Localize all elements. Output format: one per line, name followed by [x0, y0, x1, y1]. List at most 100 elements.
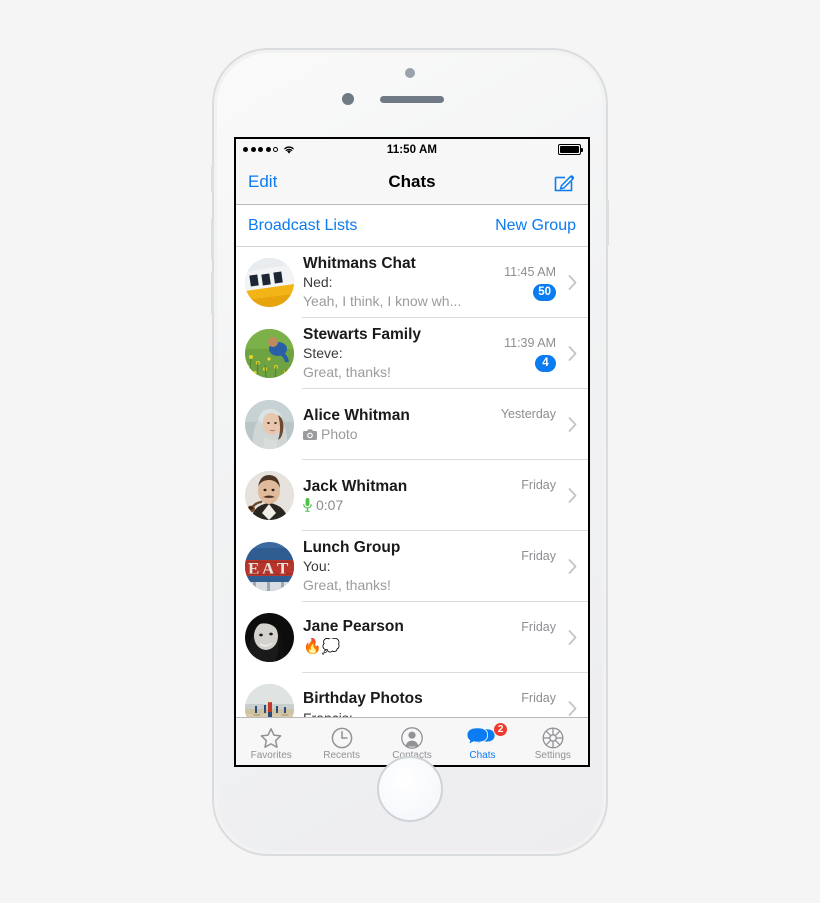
chat-name: Birthday Photos: [303, 689, 423, 707]
chat-name: Stewarts Family: [303, 325, 422, 343]
chat-name: Alice Whitman: [303, 406, 410, 424]
chevron-right-icon: [564, 701, 588, 716]
chat-item-meta: Yesterday: [486, 389, 564, 460]
tab-label: Recents: [323, 749, 360, 761]
chat-list: Whitmans Chat Ned: Yeah, I think, I know…: [236, 247, 588, 717]
chat-item-meta: Friday: [486, 531, 564, 602]
chat-list-item[interactable]: Alice Whitman Photo Yesterday: [236, 389, 588, 460]
chat-sender: You:: [303, 558, 331, 575]
woman-bw-portrait-avatar: [245, 613, 294, 662]
chat-name: Whitmans Chat: [303, 254, 416, 272]
chat-timestamp: Friday: [521, 548, 556, 563]
new-group-button[interactable]: New Group: [495, 217, 576, 235]
navigation-bar: Edit Chats: [236, 160, 588, 205]
compose-button[interactable]: [552, 170, 576, 194]
compose-icon: [554, 175, 575, 192]
chat-item-body: Stewarts Family Steve: Great, thanks!: [294, 326, 486, 382]
attachment-camera: Photo: [303, 426, 482, 442]
chat-timestamp: Yesterday: [500, 406, 556, 421]
tram-photo-avatar: [245, 258, 294, 307]
chevron-right-icon: [564, 346, 588, 361]
chat-list-item[interactable]: EAT Lunch Group You: Great, thanks! Frid…: [236, 531, 588, 602]
chat-bubbles-icon: 2: [467, 721, 509, 750]
chat-list-item[interactable]: Stewarts Family Steve: Great, thanks! 11…: [236, 318, 588, 389]
status-bar: 11:50 AM: [236, 139, 588, 160]
unread-badge: 4: [535, 354, 556, 372]
edit-button[interactable]: Edit: [248, 172, 277, 192]
chat-preview-text: 0:07: [316, 497, 344, 514]
chat-item-meta: 11:39 AM 4: [486, 318, 564, 389]
chat-timestamp: Friday: [521, 690, 556, 705]
broadcast-lists-button[interactable]: Broadcast Lists: [248, 217, 357, 235]
chat-sender: Francis:: [303, 710, 482, 717]
front-camera-icon: [405, 68, 415, 78]
home-button[interactable]: [377, 756, 443, 822]
proximity-sensor-icon: [342, 93, 354, 105]
chat-item-meta: Friday: [486, 673, 564, 717]
chat-sender: Ned:: [303, 274, 333, 291]
earpiece-speaker-icon: [380, 96, 444, 103]
tab-label: Chats: [469, 749, 496, 761]
eat-sign-avatar: EAT: [245, 542, 294, 591]
chat-item-body: Lunch Group You: Great, thanks!: [294, 539, 486, 595]
tab-label: Settings: [534, 749, 571, 761]
phone-screen: 11:50 AM Edit Chats Broadcast Lists New …: [234, 137, 590, 767]
chat-preview-text: Great, thanks!: [303, 363, 391, 380]
chat-item-meta: 11:45 AM 50: [486, 247, 564, 318]
chevron-right-icon: [564, 630, 588, 645]
chevron-right-icon: [564, 488, 588, 503]
chevron-right-icon: [564, 559, 588, 574]
chat-name: Jack Whitman: [303, 477, 408, 495]
chat-preview-text: Photo: [321, 426, 358, 443]
chat-list-item[interactable]: Jack Whitman 0:07 Friday: [236, 460, 588, 531]
unread-badge: 50: [533, 283, 556, 301]
chat-list-item[interactable]: Birthday Photos Francis: Friday: [236, 673, 588, 717]
chat-preview-text: Yeah, I think, I know wh...: [303, 292, 462, 309]
tab-unread-badge: 2: [492, 721, 509, 737]
iphone-device-frame: 11:50 AM Edit Chats Broadcast Lists New …: [211, 48, 609, 856]
microphone-icon: [303, 498, 312, 513]
tab-chats[interactable]: 2 Chats: [447, 718, 517, 765]
child-in-field-avatar: [245, 329, 294, 378]
chat-item-body: Jane Pearson 🔥💭: [294, 618, 486, 656]
chat-item-meta: Friday: [486, 602, 564, 673]
camera-icon: [303, 429, 317, 440]
chat-timestamp: 11:39 AM: [504, 335, 556, 350]
attachment-voice: 0:07: [303, 497, 482, 513]
chevron-right-icon: [564, 417, 588, 432]
chat-name: Lunch Group: [303, 538, 401, 556]
woman-hoodie-avatar: [245, 400, 294, 449]
page-title: Chats: [388, 172, 436, 191]
silent-switch[interactable]: [211, 166, 214, 192]
chat-item-body: Alice Whitman Photo: [294, 406, 486, 442]
tab-recents[interactable]: Recents: [306, 718, 376, 765]
chat-list-item[interactable]: Jane Pearson 🔥💭 Friday: [236, 602, 588, 673]
person-icon: [400, 726, 424, 750]
status-bar-right: [558, 144, 583, 155]
tab-label: Favorites: [250, 749, 292, 761]
beach-photo-avatar: [245, 684, 294, 717]
chat-sender: Steve:: [303, 345, 343, 362]
chat-preview-text: 🔥💭: [303, 637, 341, 655]
broadcast-bar: Broadcast Lists New Group: [236, 205, 588, 247]
chat-preview-text: Great, thanks!: [303, 576, 391, 593]
star-icon: [259, 726, 283, 750]
chat-name: Jane Pearson: [303, 618, 404, 636]
chat-item-body: Birthday Photos Francis:: [294, 690, 486, 717]
chat-item-meta: Friday: [486, 460, 564, 531]
volume-up-button[interactable]: [211, 218, 214, 260]
battery-icon: [558, 144, 583, 155]
status-bar-clock: 11:50 AM: [386, 143, 438, 156]
gear-icon: [541, 726, 565, 750]
tab-settings[interactable]: Settings: [518, 718, 588, 765]
man-with-pipe-avatar: [245, 471, 294, 520]
chat-list-item[interactable]: Whitmans Chat Ned: Yeah, I think, I know…: [236, 247, 588, 318]
chevron-right-icon: [564, 275, 588, 290]
volume-down-button[interactable]: [211, 272, 214, 314]
chat-timestamp: Friday: [521, 619, 556, 634]
chat-timestamp: 11:45 AM: [504, 264, 556, 279]
tab-favorites[interactable]: Favorites: [236, 718, 306, 765]
chat-timestamp: Friday: [521, 477, 556, 492]
clock-icon: [330, 726, 354, 750]
power-button[interactable]: [606, 200, 609, 246]
